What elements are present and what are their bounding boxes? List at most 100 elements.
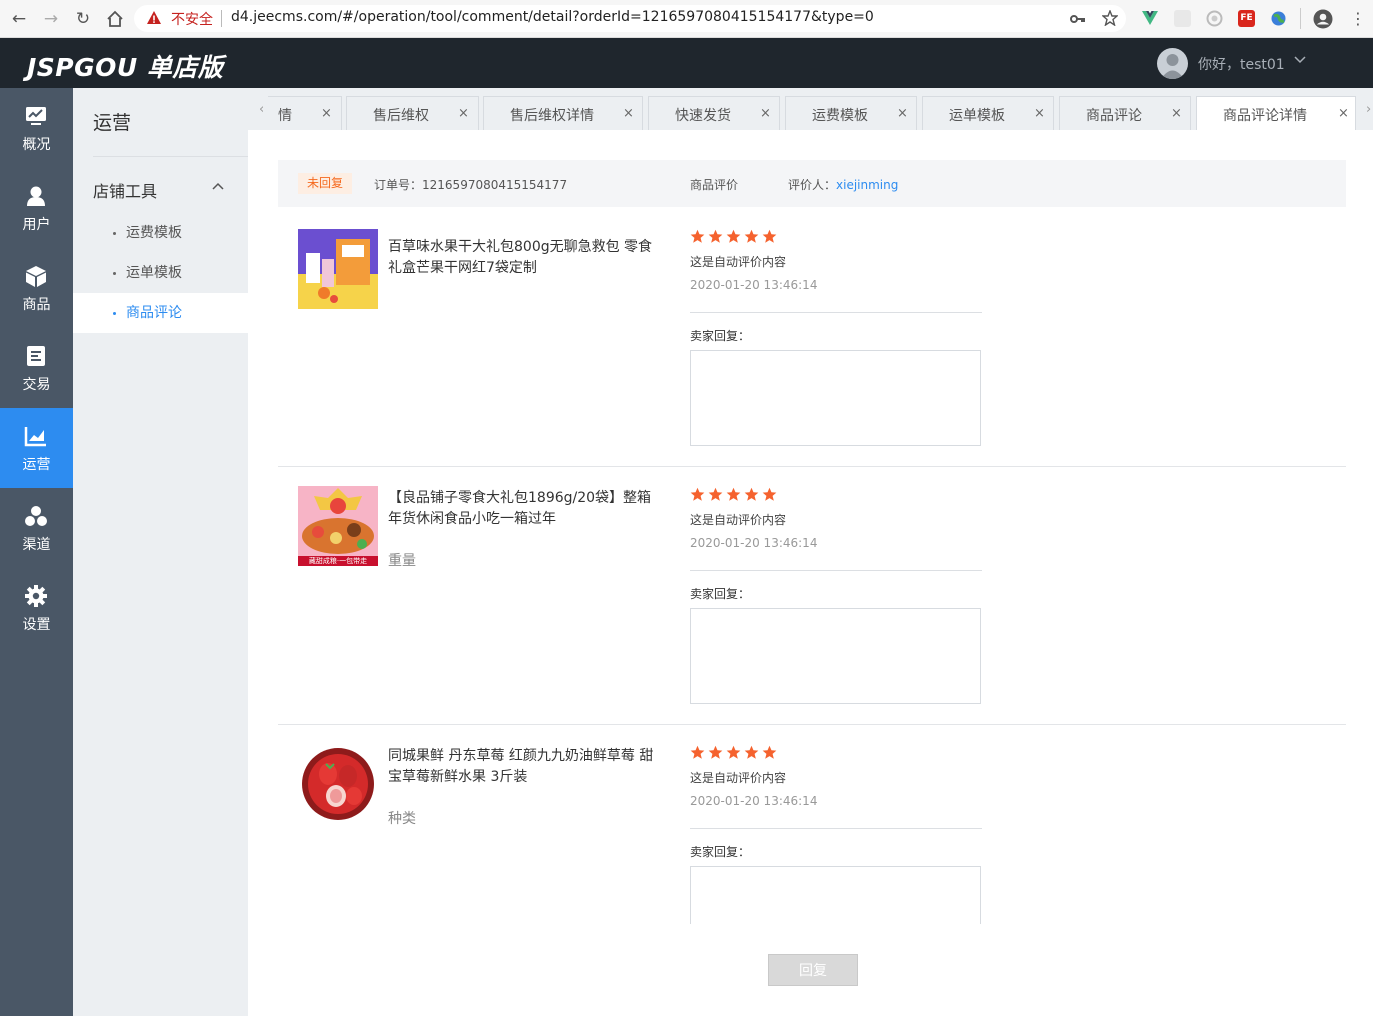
user-greeting[interactable]: 你好，test01 [1198,54,1285,74]
app-header: JSPGOU 单店版 你好，test01 [0,38,1373,88]
sub-nav-item-product-comments[interactable]: 商品评论 [73,293,248,333]
close-icon[interactable]: × [1171,106,1182,121]
product-image[interactable]: 藏甜成粮·一包带走 [298,486,378,566]
reviewer-label: 评价人： [788,178,837,192]
tab-scroll-right-icon[interactable]: › [1366,102,1373,117]
review-time: 2020-01-20 13:46:14 [690,794,818,808]
reply-textarea[interactable] [690,350,981,446]
star-icon [762,229,777,243]
close-icon[interactable]: × [321,106,332,121]
close-icon[interactable]: × [458,106,469,121]
product-title[interactable]: 同城果鲜 丹东草莓 红颜九九奶油鲜草莓 甜宝草莓新鲜水果 3斤装 [388,746,658,788]
tab-bar: ‹ 情 × 售后维权 × 售后维权详情 × 快速发货 × 运费模板 × 运单模板 × 商品评… [248,88,1373,130]
star-icon [744,745,759,759]
tab-partial[interactable]: 情 × [268,96,342,130]
key-icon[interactable] [1070,12,1086,26]
sub-nav-item-freight-template[interactable]: 运费模板 [73,213,248,253]
divider [221,10,222,27]
tab-label: 运单模板 [949,108,1005,124]
sub-nav: 运营 店铺工具 运费模板 运单模板 商品评论 [73,88,248,1016]
nav-label: 渠道 [22,537,51,553]
home-icon[interactable] [104,8,126,30]
dashboard-icon [26,107,46,125]
star-bookmark-icon[interactable] [1102,10,1118,26]
product-spec: 种类 [388,811,416,827]
avatar[interactable] [1157,48,1188,79]
extension-icon[interactable] [1206,10,1223,27]
tab-product-comment-detail[interactable]: 商品评论详情 × [1196,96,1356,130]
nav-item-products[interactable]: 商品 [0,248,73,328]
close-icon[interactable]: × [1338,106,1349,121]
logo[interactable]: JSPGOU 单店版 [27,48,223,84]
nav-item-overview[interactable]: 概况 [0,88,73,168]
tab-freight-template[interactable]: 运费模板 × [785,96,917,130]
nav-item-operation[interactable]: 运营 [0,408,73,488]
star-icon [744,487,759,501]
nav-item-users[interactable]: 用户 [0,168,73,248]
sub-nav-group[interactable]: 店铺工具 [93,178,157,202]
product-title[interactable]: 百草味水果干大礼包800g无聊急救包 零食礼盒芒果干网红7袋定制 [388,237,658,279]
close-icon[interactable]: × [897,106,908,121]
nav-label: 商品 [22,297,51,313]
menu-icon[interactable]: ⋮ [1350,10,1366,28]
forward-icon[interactable]: → [40,8,62,30]
tab-after-sales[interactable]: 售后维权 × [346,96,479,130]
star-icon [708,229,723,243]
back-icon[interactable]: ← [8,8,30,30]
sub-nav-label: 运费模板 [126,225,182,241]
rating-stars [690,229,780,245]
chevron-down-icon[interactable] [1293,52,1307,66]
reply-button[interactable]: 回复 [768,954,858,986]
divider [690,312,982,313]
reply-label: 卖家回复： [690,329,751,343]
tab-product-comments[interactable]: 商品评论 × [1059,96,1191,130]
review-type: 商品评价 [690,178,739,192]
sub-nav-item-waybill-template[interactable]: 运单模板 [73,253,248,293]
close-icon[interactable]: × [1034,106,1045,121]
review-content: 这是自动评价内容 [690,513,787,527]
close-icon[interactable]: × [760,106,771,121]
url-text[interactable]: d4.jeecms.com/#/operation/tool/comment/d… [231,9,874,25]
cube-icon [26,266,46,287]
star-icon [726,229,741,243]
star-icon [762,487,777,501]
reviewer: 评价人：xiejinming [788,176,898,193]
fe-extension-icon[interactable]: FE [1238,10,1255,27]
divider [1300,8,1301,29]
nav-item-channel[interactable]: 渠道 [0,488,73,568]
divider [278,466,1346,467]
tab-after-sales-detail[interactable]: 售后维权详情 × [483,96,643,130]
product-title[interactable]: 【良品铺子零食大礼包1896g/20袋】整箱年货休闲食品小吃一箱过年 [388,488,658,530]
product-image[interactable] [298,229,378,309]
nav-label: 交易 [22,377,51,393]
order-value: 1216597080415154177 [422,178,568,192]
document-icon [27,346,45,366]
review-item: 同城果鲜 丹东草莓 红颜九九奶油鲜草莓 甜宝草莓新鲜水果 3斤装 种类 这是自动… [278,724,1346,924]
close-icon[interactable]: × [623,106,634,121]
nav-label: 运营 [22,457,51,473]
main-content: 未回复 订单号：1216597080415154177 商品评价 评价人：xie… [248,130,1373,1016]
nav-item-settings[interactable]: 设置 [0,568,73,648]
reviewer-link[interactable]: xiejinming [836,178,898,192]
tab-quick-ship[interactable]: 快速发货 × [648,96,780,130]
reload-icon[interactable]: ↻ [72,8,94,30]
reply-textarea[interactable] [690,608,981,704]
gear-icon [25,585,47,607]
divider [93,156,248,157]
reply-textarea[interactable] [690,866,981,924]
tab-waybill-template[interactable]: 运单模板 × [922,96,1054,130]
extension-icon[interactable] [1174,10,1191,27]
globe-extension-icon[interactable] [1270,10,1287,27]
order-info-bar: 未回复 订单号：1216597080415154177 商品评价 评价人：xie… [278,160,1346,207]
tab-label: 商品评论 [1086,108,1142,124]
chevron-up-icon[interactable] [211,180,225,194]
vue-extension-icon[interactable] [1142,10,1158,26]
nav-item-trade[interactable]: 交易 [0,328,73,408]
sub-nav-label: 商品评论 [126,305,182,321]
profile-icon[interactable] [1313,9,1333,29]
star-icon [708,487,723,501]
reply-label: 卖家回复： [690,845,751,859]
order-number: 订单号：1216597080415154177 [374,176,567,193]
star-icon [726,487,741,501]
product-image[interactable] [298,744,378,824]
